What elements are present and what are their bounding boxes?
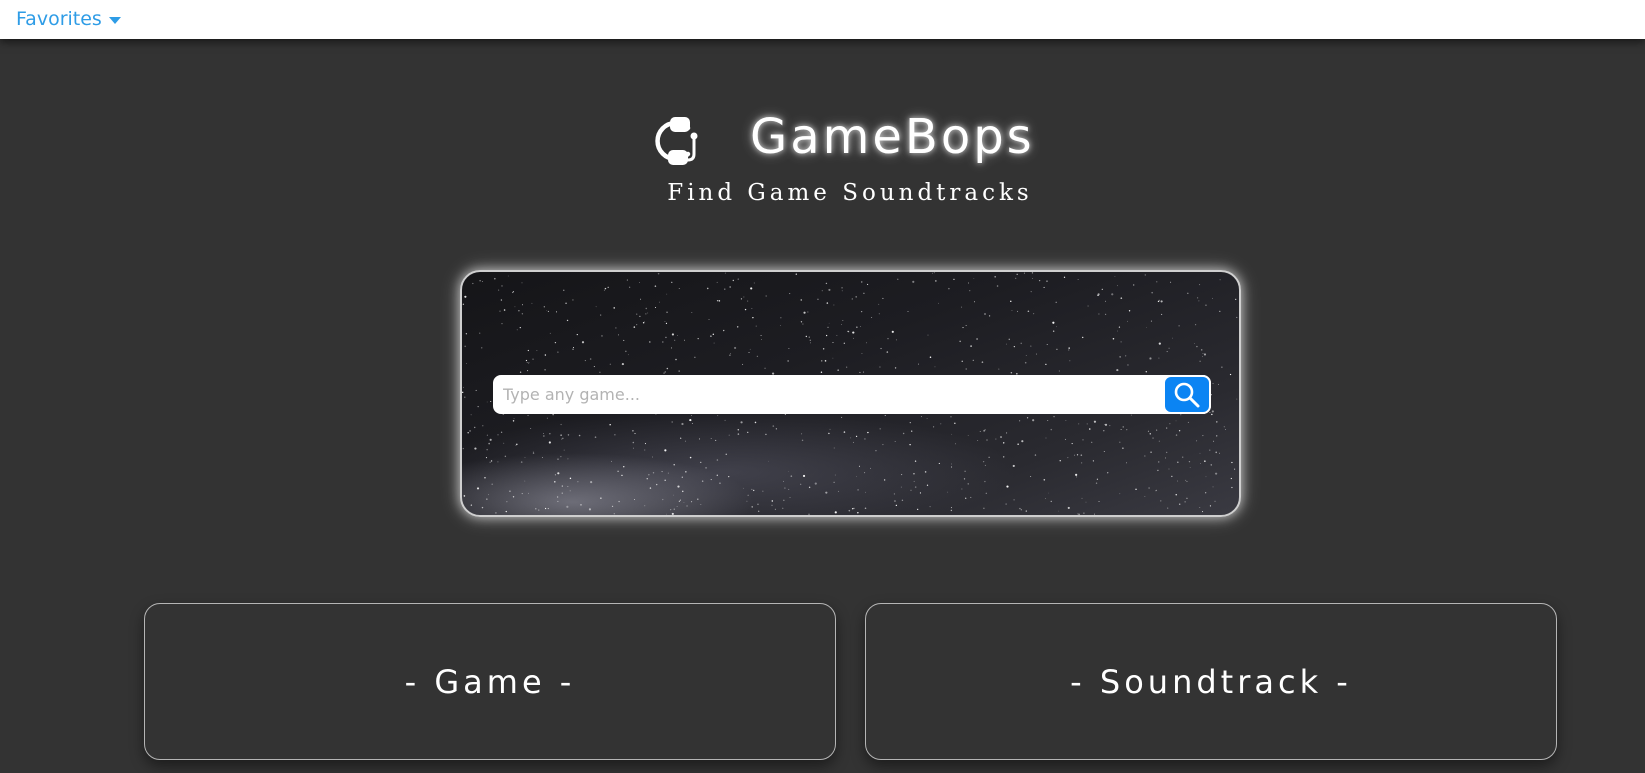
game-category-label: - Game - xyxy=(404,662,576,701)
search-input[interactable] xyxy=(493,375,1211,414)
top-navbar: Favorites xyxy=(0,0,1645,39)
favorites-label: Favorites xyxy=(16,8,102,30)
search-panel xyxy=(460,270,1241,517)
brand-header: GameBops xyxy=(648,108,1088,168)
game-category-card[interactable]: - Game - xyxy=(144,603,836,760)
caret-down-icon xyxy=(108,16,121,24)
site-title: GameBops xyxy=(750,109,1035,165)
favorites-dropdown[interactable]: Favorites xyxy=(16,8,121,30)
soundtrack-category-label: - Soundtrack - xyxy=(1070,662,1352,701)
search-icon xyxy=(1174,382,1200,407)
site-tagline: Find Game Soundtracks xyxy=(667,180,1033,206)
soundtrack-category-card[interactable]: - Soundtrack - xyxy=(865,603,1557,760)
search-button[interactable] xyxy=(1163,375,1211,414)
headset-icon xyxy=(655,117,698,165)
